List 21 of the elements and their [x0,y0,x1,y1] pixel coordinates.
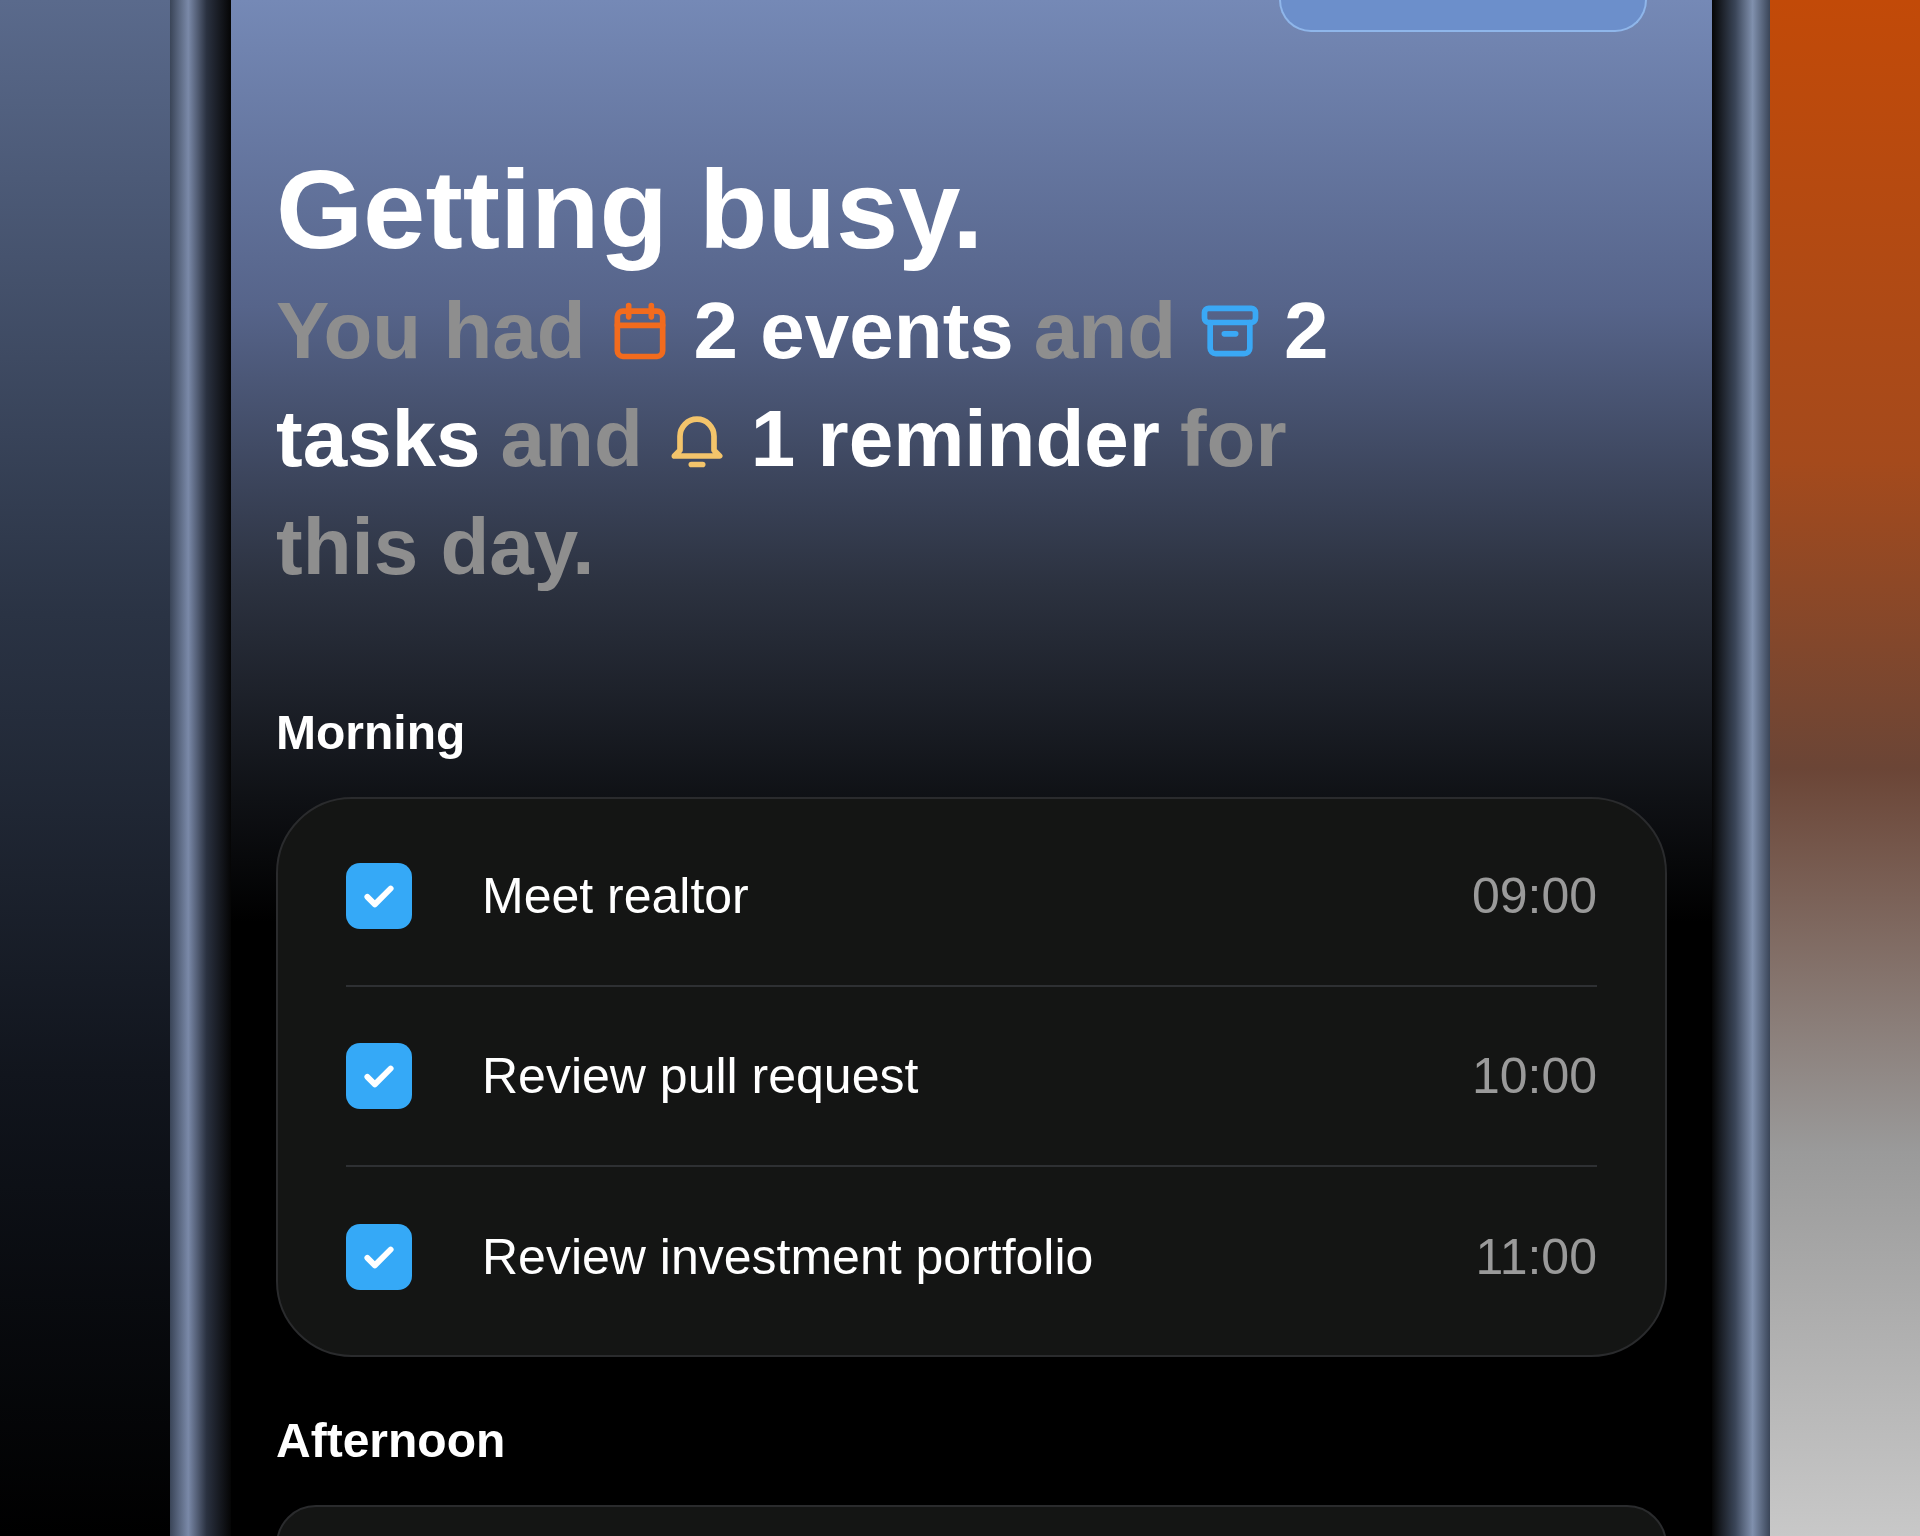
summary-text: for [1179,393,1287,486]
summary-text: You had [276,285,586,378]
section-title: Afternoon [276,1417,507,1466]
summary-count: 1 reminder [750,393,1160,486]
summary-count: 2 events [693,285,1014,378]
task-row[interactable]: Review pull request 10:00 [346,987,1597,1168]
page-title: Getting busy. [276,148,985,272]
task-time: 10:00 [1471,1046,1597,1106]
task-title: Review pull request [482,1046,919,1106]
task-title: Meet realtor [482,866,749,926]
task-time: 11:00 [1475,1227,1597,1287]
task-row[interactable]: Meet realtor 09:00 [346,807,1597,988]
task-title: Review investment portfolio [482,1227,1094,1287]
summary-count: 2 [1284,285,1329,378]
task-row[interactable]: Review investment portfolio 11:00 [346,1167,1597,1348]
summary-text: and [1033,285,1177,378]
section-title: Morning [276,709,467,758]
summary-count: tasks [276,393,481,486]
task-time: 09:00 [1471,866,1597,926]
summary-text: and [500,393,643,486]
summary-text: this day. [276,501,595,594]
